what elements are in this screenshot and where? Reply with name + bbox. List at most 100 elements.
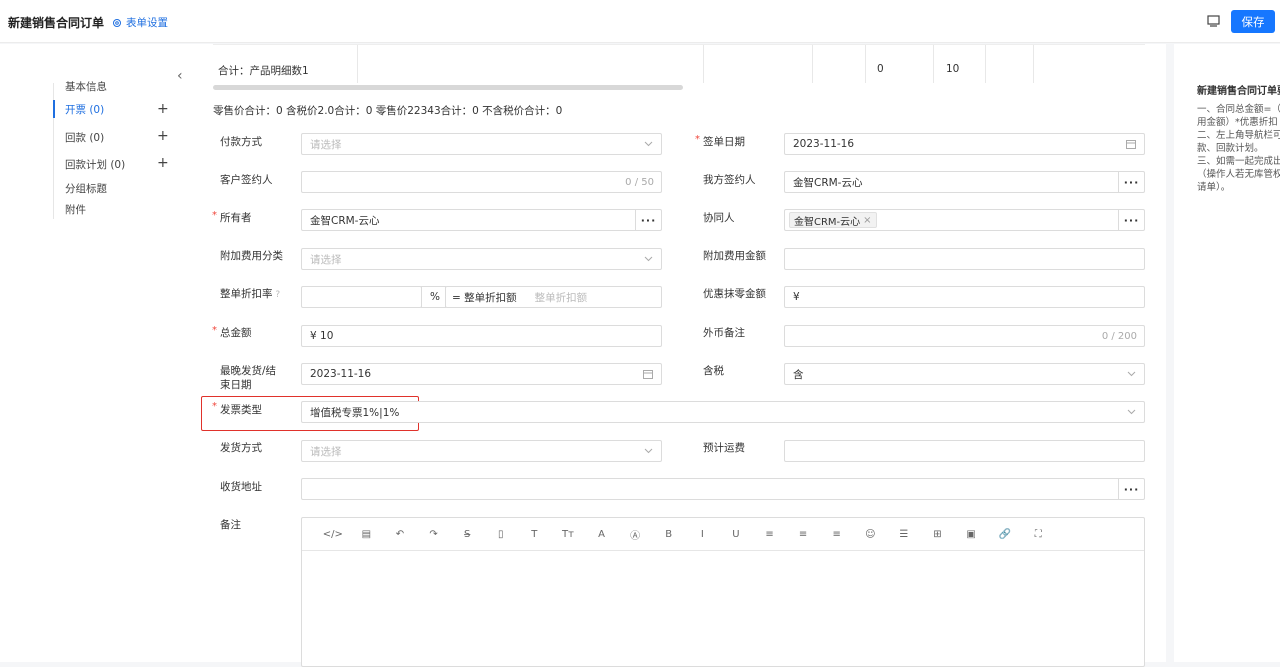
more-icon[interactable]: ··· (1118, 210, 1144, 230)
monitor-icon[interactable] (1207, 15, 1220, 27)
nav-item-attachments[interactable]: 附件 (65, 202, 86, 217)
sign-date-input[interactable]: 2023-11-16 (784, 133, 1145, 155)
fx-note-input[interactable]: 0 / 200 (784, 325, 1145, 347)
add-payment-plan-icon[interactable]: + (157, 156, 169, 170)
text-size-icon[interactable]: Tт (551, 529, 585, 540)
summary-label: 合计：产品明细数1 (218, 65, 309, 77)
latest-ship-date-input[interactable]: 2023-11-16 (301, 363, 662, 385)
text-icon[interactable]: T (518, 529, 552, 540)
table-icon[interactable]: ⊞ (921, 529, 955, 540)
font-color-icon[interactable]: A (585, 529, 619, 540)
extra-fee-amount-input[interactable] (784, 248, 1145, 270)
payment-method-label: 付款方式 (220, 136, 262, 148)
redo-icon[interactable]: ↷ (417, 529, 451, 540)
est-freight-label: 预计运费 (703, 442, 745, 454)
payment-method-select[interactable]: 请选择 (301, 133, 662, 155)
table-layout-icon[interactable]: ▤ (350, 529, 384, 540)
remove-tag-icon[interactable]: × (863, 215, 871, 226)
horizontal-scrollbar[interactable] (213, 85, 683, 90)
collaborator-input[interactable]: 金智CRM-云心 × ··· (784, 209, 1145, 231)
owner-input[interactable]: 金智CRM-云心 ··· (301, 209, 662, 231)
total-amount-input[interactable]: ¥ 10 (301, 325, 662, 347)
chevron-down-icon (1127, 409, 1136, 415)
sign-date-label: 签单日期 (703, 136, 745, 148)
discount-rate-label: 整单折扣率 ? (220, 288, 281, 300)
list-icon[interactable]: ☰ (887, 529, 921, 540)
help-title: 新建销售合同订单要 (1197, 86, 1280, 97)
more-icon[interactable]: ··· (635, 210, 661, 230)
extra-fee-category-label: 附加费用分类 (220, 250, 283, 262)
nav-item-payment[interactable]: 回款 (0) (65, 130, 104, 145)
gear-icon (113, 18, 121, 27)
required-mark: * (212, 325, 217, 336)
product-summary-row: 合计：产品明细数1 0 10 (213, 44, 1145, 83)
form-settings-link[interactable]: 表单设置 (112, 15, 168, 30)
remark-label: 备注 (220, 519, 241, 531)
nav-item-invoice[interactable]: 开票 (0) (65, 102, 104, 117)
more-icon[interactable]: ··· (1118, 479, 1144, 499)
ship-address-input[interactable]: ··· (301, 478, 1145, 500)
emoji-icon[interactable]: ☺ (854, 529, 888, 540)
remark-rich-editor[interactable]: </> ▤ ↶ ↷ S̶ ▯ T Tт A Ⓐ B I U ≡ ≡ ≡ ☺ ☰ ⊞ ▣ 🔗 ⛶ (301, 517, 1145, 667)
help-icon[interactable]: ? (273, 290, 280, 300)
fx-note-label: 外币备注 (703, 327, 745, 339)
calendar-icon (1126, 140, 1136, 149)
collapse-icon[interactable]: ‹ (177, 68, 189, 86)
tax-included-select[interactable]: 含 (784, 363, 1145, 385)
chevron-down-icon (644, 448, 653, 454)
attachment-icon[interactable]: 🔗 (988, 529, 1022, 540)
est-freight-input[interactable] (784, 440, 1145, 462)
nav-item-payment-plan[interactable]: 回款计划 (0) (65, 157, 125, 172)
customer-signer-input[interactable]: 0 / 50 (301, 171, 662, 193)
bg-color-icon[interactable]: Ⓐ (618, 527, 652, 542)
help-body: 一、合同总金额=（ 用金额）*优惠折扣 二、左上角导航栏可 款、回款计划。 三、… (1197, 104, 1280, 193)
ship-address-label: 收货地址 (220, 481, 262, 493)
ship-method-label: 发货方式 (220, 442, 262, 454)
collaborator-tag: 金智CRM-云心 × (789, 212, 877, 228)
page-title: 新建销售合同订单 (8, 16, 105, 30)
tax-included-label: 含税 (703, 365, 724, 377)
price-totals: 零售价合计：0 含税价2.0合计：0 零售价22343合计：0 不含税价合计：0 (213, 105, 563, 117)
code-icon[interactable]: </> (316, 529, 350, 540)
rounding-amount-input[interactable]: ¥ (784, 286, 1145, 308)
invoice-type-select[interactable]: 增值税专票1%|1% (301, 401, 1145, 423)
align-left-icon[interactable]: ≡ (753, 529, 787, 540)
align-center-icon[interactable]: ≡ (786, 529, 820, 540)
bold-icon[interactable]: B (652, 529, 686, 540)
discount-rate-input[interactable] (301, 286, 422, 308)
calendar-icon (643, 370, 653, 379)
nav-item-basic-info[interactable]: 基本信息 (65, 79, 107, 94)
form-settings-label: 表单设置 (126, 17, 168, 29)
fullscreen-icon[interactable]: ⛶ (1021, 529, 1055, 540)
undo-icon[interactable]: ↶ (383, 529, 417, 540)
our-signer-input[interactable]: 金智CRM-云心 ··· (784, 171, 1145, 193)
page-icon[interactable]: ▯ (484, 529, 518, 540)
nav-item-group-title[interactable]: 分组标题 (65, 181, 107, 196)
summary-value-2: 10 (946, 63, 960, 75)
add-payment-icon[interactable]: + (157, 129, 169, 143)
extra-fee-category-select[interactable]: 请选择 (301, 248, 662, 270)
italic-icon[interactable]: I (686, 529, 720, 540)
invoice-type-label: 发票类型 (220, 404, 262, 416)
latest-ship-label: 最晚发货/结 束日期 (220, 365, 277, 391)
nav-active-indicator (53, 100, 55, 118)
more-icon[interactable]: ··· (1118, 172, 1144, 192)
form-main: 合计：产品明细数1 0 10 零售价合计：0 含税价2.0合计：0 零售价223… (190, 44, 1166, 667)
add-invoice-icon[interactable]: + (157, 102, 169, 116)
chevron-down-icon (1127, 371, 1136, 377)
required-mark: * (212, 401, 217, 412)
owner-label: 所有者 (220, 212, 252, 224)
editor-toolbar: </> ▤ ↶ ↷ S̶ ▯ T Tт A Ⓐ B I U ≡ ≡ ≡ ☺ ☰ ⊞ ▣ 🔗 ⛶ (302, 518, 1144, 551)
discount-amount-input[interactable]: = 整单折扣额 整单折扣额 (445, 286, 662, 308)
extra-fee-amount-label: 附加费用金额 (703, 250, 766, 262)
ship-method-select[interactable]: 请选择 (301, 440, 662, 462)
percent-addon: % (421, 286, 446, 308)
underline-icon[interactable]: U (719, 529, 753, 540)
save-button[interactable]: 保存 (1231, 10, 1275, 33)
chevron-down-icon (644, 256, 653, 262)
image-icon[interactable]: ▣ (954, 529, 988, 540)
required-mark: * (212, 210, 217, 221)
strikethrough-icon[interactable]: S̶ (450, 529, 484, 540)
align-right-icon[interactable]: ≡ (820, 529, 854, 540)
collaborator-label: 协同人 (703, 212, 735, 224)
